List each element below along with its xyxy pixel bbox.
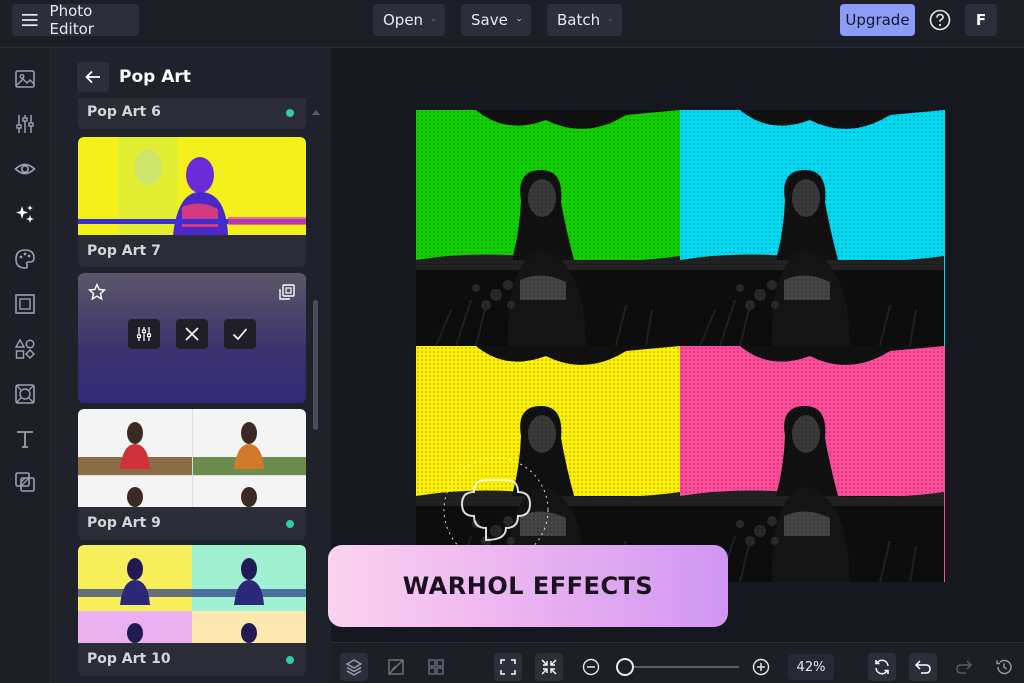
tool-rail xyxy=(0,48,52,683)
redo-icon xyxy=(956,660,973,674)
effects-list: Pop Art 6 Pop Art 7 Pop Art 9 Pop Art 10 xyxy=(78,98,306,683)
save-button[interactable]: Save xyxy=(461,4,531,36)
effect-label: Pop Art 7 xyxy=(87,243,161,259)
photo-editor-app: Photo Editor Open Save Batch Upgrade F P… xyxy=(0,0,1024,683)
frame-icon[interactable] xyxy=(14,293,36,315)
effect-thumbnail xyxy=(78,409,306,507)
texture-icon[interactable] xyxy=(14,383,36,405)
grid-icon xyxy=(428,659,444,675)
history-icon xyxy=(996,659,1012,675)
apply-effect-button[interactable] xyxy=(224,319,256,349)
effect-card-pop-art-7[interactable]: Pop Art 7 xyxy=(78,137,306,267)
arrow-left-icon xyxy=(85,70,100,84)
user-avatar[interactable]: F xyxy=(965,4,997,36)
layers-icon xyxy=(345,659,363,676)
effects-sparkle-icon[interactable] xyxy=(14,203,36,225)
banner-text: WARHOL EFFECTS xyxy=(402,572,654,600)
effect-label: Pop Art 9 xyxy=(87,515,161,531)
effect-settings-button[interactable] xyxy=(128,319,160,349)
palette-icon[interactable] xyxy=(14,248,36,270)
zoom-in-button[interactable] xyxy=(747,653,775,681)
zoom-out-button[interactable] xyxy=(577,653,605,681)
shapes-icon[interactable] xyxy=(14,338,36,360)
undo-icon xyxy=(914,660,931,674)
adjust-sliders-icon[interactable] xyxy=(14,113,36,135)
effect-card-pop-art-6[interactable]: Pop Art 6 xyxy=(78,98,306,129)
text-icon[interactable] xyxy=(14,428,36,450)
app-title: Photo Editor xyxy=(49,2,94,38)
fit-screen-icon xyxy=(500,659,516,675)
actual-size-button[interactable] xyxy=(535,653,563,681)
back-button[interactable] xyxy=(77,62,109,92)
zoom-slider-track[interactable] xyxy=(619,666,739,668)
image-icon[interactable] xyxy=(14,68,36,90)
applied-indicator xyxy=(286,656,294,664)
panel-scrollbar-thumb[interactable] xyxy=(313,300,318,430)
chevron-down-icon xyxy=(609,19,612,21)
overlay-icon[interactable] xyxy=(14,471,36,493)
batch-label: Batch xyxy=(557,11,601,29)
panel-title: Pop Art xyxy=(119,67,191,87)
copy-settings-icon[interactable] xyxy=(278,283,296,301)
pop-art-image[interactable] xyxy=(416,110,945,582)
effect-label: Pop Art 10 xyxy=(87,651,171,667)
fit-to-screen-button[interactable] xyxy=(494,653,522,681)
grid-view-button[interactable] xyxy=(422,653,450,681)
eye-icon[interactable] xyxy=(14,158,36,180)
open-button[interactable]: Open xyxy=(373,4,445,36)
zoom-percentage[interactable]: 42% xyxy=(788,654,834,680)
effect-thumbnail xyxy=(78,137,306,235)
sliders-icon xyxy=(136,327,152,341)
promo-banner: WARHOL EFFECTS xyxy=(328,545,728,627)
hamburger-icon xyxy=(22,13,38,27)
effect-card-pop-art-9[interactable]: Pop Art 9 xyxy=(78,409,306,540)
close-icon xyxy=(185,327,199,341)
compare-icon xyxy=(388,659,404,675)
top-bar: Photo Editor Open Save Batch Upgrade F xyxy=(0,0,1024,48)
upgrade-button[interactable]: Upgrade xyxy=(840,4,915,36)
help-button[interactable] xyxy=(925,5,955,35)
effect-card-pop-art-10[interactable]: Pop Art 10 xyxy=(78,545,306,676)
shrink-icon xyxy=(541,659,557,675)
help-icon xyxy=(929,9,951,31)
effects-panel: Pop Art Pop Art 6 Pop Art 7 Pop Art 9 Po… xyxy=(53,48,331,683)
compare-button[interactable] xyxy=(382,653,410,681)
redo-button[interactable] xyxy=(950,653,978,681)
history-button[interactable] xyxy=(990,653,1018,681)
minus-circle-icon xyxy=(582,658,600,676)
star-icon[interactable] xyxy=(88,283,106,301)
applied-indicator xyxy=(286,109,294,117)
refresh-icon xyxy=(875,659,889,675)
effect-thumbnail xyxy=(78,545,306,643)
applied-indicator xyxy=(286,520,294,528)
main-menu-button[interactable]: Photo Editor xyxy=(12,2,139,38)
layers-button[interactable] xyxy=(340,653,368,681)
undo-button[interactable] xyxy=(909,653,937,681)
panel-header: Pop Art xyxy=(77,62,191,92)
zoom-slider-handle[interactable] xyxy=(616,658,634,676)
plus-circle-icon xyxy=(752,658,770,676)
selected-effect-controls xyxy=(78,273,306,403)
open-label: Open xyxy=(383,11,424,29)
batch-button[interactable]: Batch xyxy=(547,4,622,36)
cancel-effect-button[interactable] xyxy=(176,319,208,349)
chevron-down-icon xyxy=(432,19,435,21)
scroll-up-arrow-icon[interactable] xyxy=(311,108,321,116)
chevron-down-icon xyxy=(517,18,521,22)
effect-label: Pop Art 6 xyxy=(87,104,161,120)
check-icon xyxy=(232,328,248,341)
save-label: Save xyxy=(471,11,508,29)
reset-button[interactable] xyxy=(868,653,896,681)
